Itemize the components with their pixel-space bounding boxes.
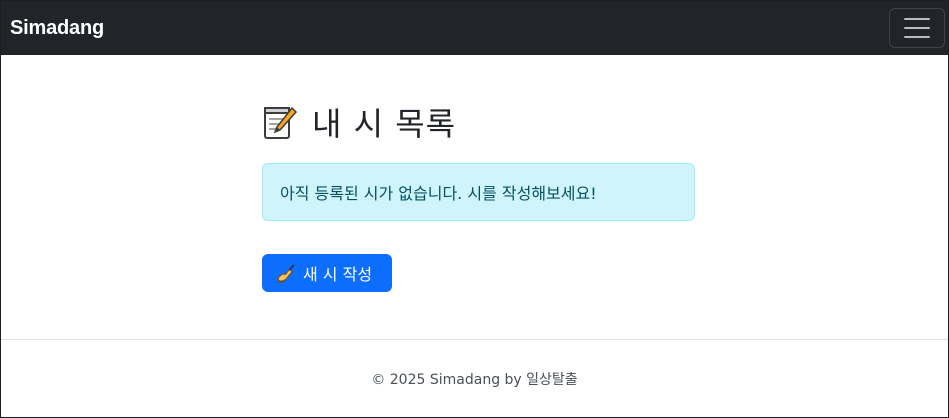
empty-state-alert: 아직 등록된 시가 없습니다. 시를 작성해보세요! (262, 163, 695, 221)
navbar: Simadang (1, 1, 948, 55)
new-poem-button-label: 새 시 작성 (303, 265, 373, 284)
empty-state-message: 아직 등록된 시가 없습니다. 시를 작성해보세요! (280, 184, 597, 203)
main-content: 내 시 목록 아직 등록된 시가 없습니다. 시를 작성해보세요! 새 시 작성 (262, 101, 695, 292)
page-header: 내 시 목록 (262, 101, 695, 143)
hamburger-menu-icon (904, 18, 930, 38)
new-poem-button[interactable]: 새 시 작성 (262, 254, 392, 292)
memo-icon (264, 106, 298, 139)
page-title: 내 시 목록 (312, 105, 457, 143)
navbar-toggle-button[interactable] (889, 8, 945, 48)
writing-hand-icon (276, 263, 295, 283)
footer-copyright: © 2025 Simadang by 일상탈출 (371, 372, 578, 388)
footer: © 2025 Simadang by 일상탈출 (1, 339, 948, 418)
navbar-brand[interactable]: Simadang (10, 17, 104, 40)
